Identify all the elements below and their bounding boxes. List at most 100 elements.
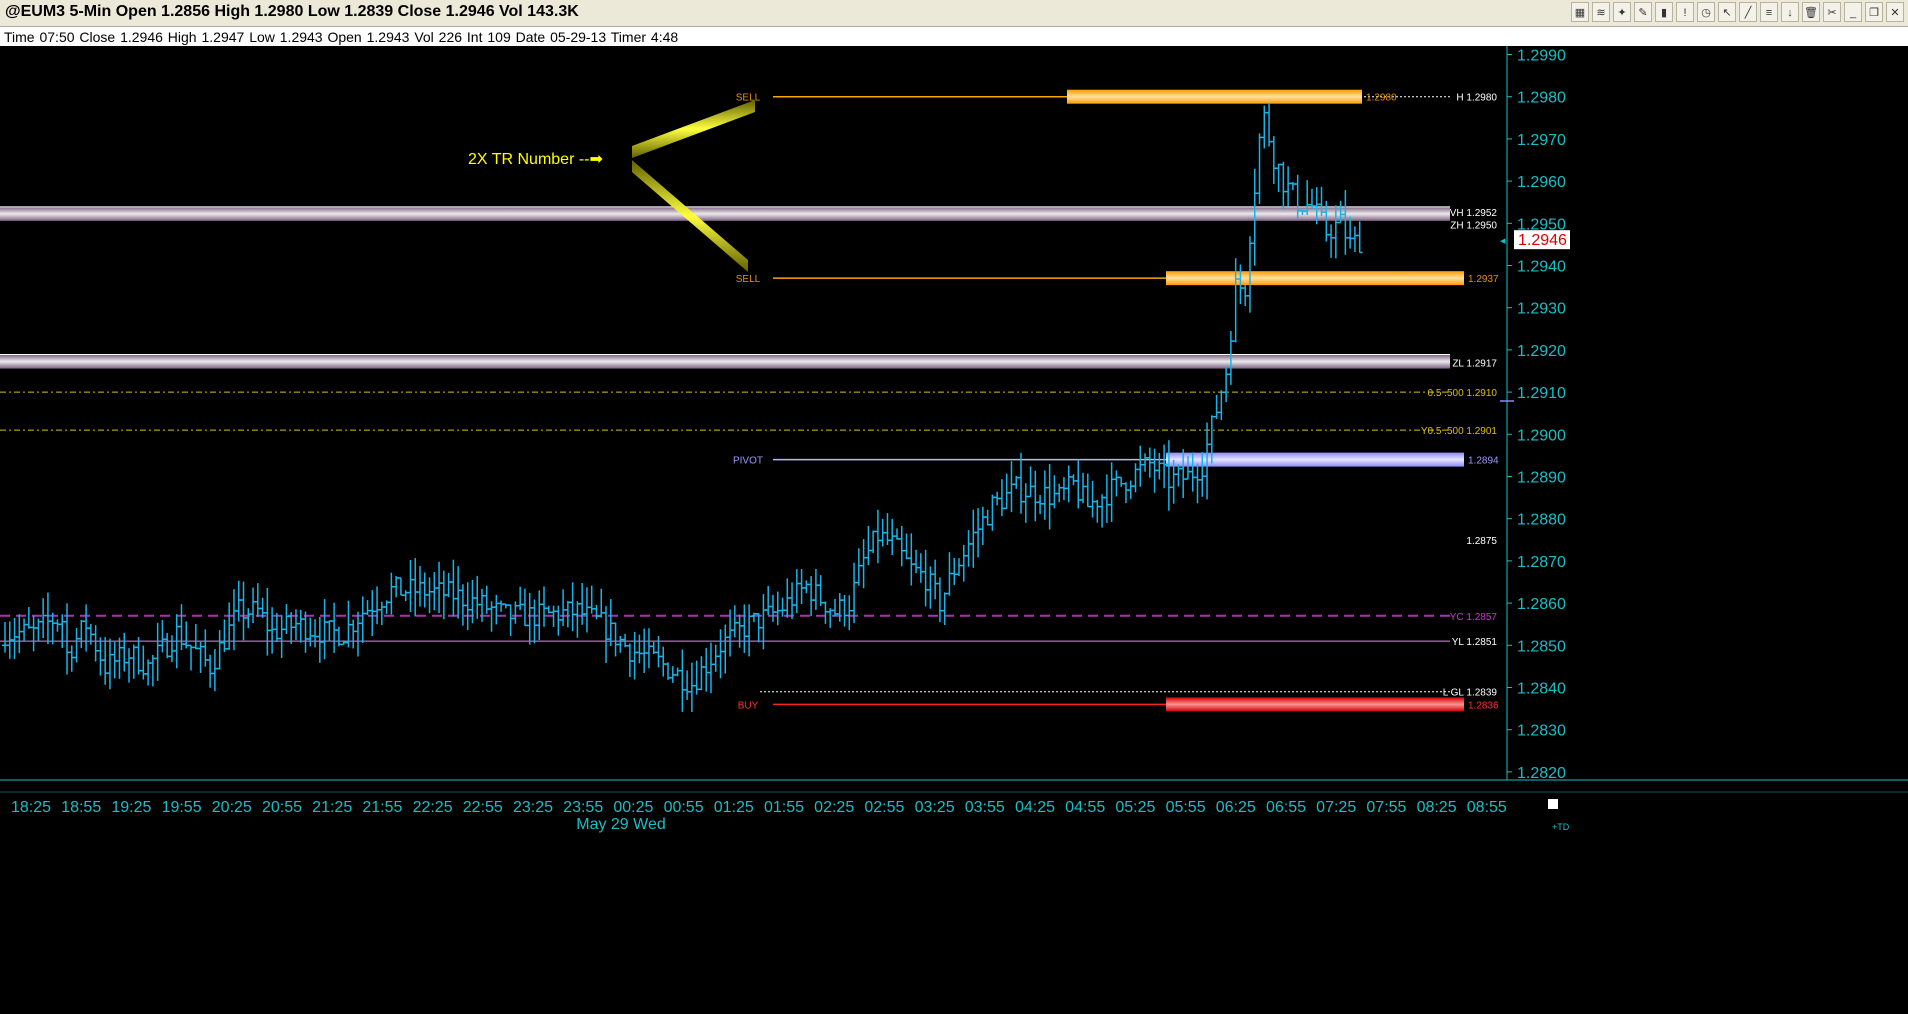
y-tick-label: 1.2870 (1517, 554, 1566, 571)
order-band-pivot-2[interactable] (1166, 452, 1464, 467)
pin-icon[interactable]: ✂ (1823, 2, 1841, 22)
y-tick-label: 1.2840 (1517, 681, 1566, 698)
scale-label: +TD (1552, 822, 1570, 832)
x-tick-label: 19:55 (162, 799, 202, 816)
arrow-down-icon[interactable]: ↓ (1781, 2, 1799, 22)
indicator-icon[interactable]: ≋ (1592, 2, 1610, 22)
y-tick-label: 1.2990 (1517, 48, 1566, 65)
minimize-icon[interactable]: _ (1844, 2, 1862, 22)
order-band-sell-0[interactable] (1067, 89, 1362, 104)
y-tick-label: 1.2890 (1517, 470, 1566, 487)
x-tick-label: 06:25 (1216, 799, 1256, 816)
level-label-zl: ZL 1.2917 (1452, 359, 1497, 370)
x-tick-label: 00:25 (613, 799, 653, 816)
y-tick-label: 1.2830 (1517, 723, 1566, 740)
chart-style-icon[interactable]: ▦ (1571, 2, 1589, 22)
y-tick-label: 1.2940 (1517, 259, 1566, 276)
x-tick-label: 07:25 (1316, 799, 1356, 816)
scale-toggle-button[interactable] (1548, 799, 1558, 809)
y-tick-label: 1.2910 (1517, 385, 1566, 402)
y-tick-label: 1.2920 (1517, 343, 1566, 360)
x-tick-label: 01:55 (764, 799, 804, 816)
fibonacci-icon[interactable]: ≡ (1760, 2, 1778, 22)
level-label-1-2875: 1.2875 (1466, 536, 1497, 547)
x-tick-label: 20:55 (262, 799, 302, 816)
x-tick-label: 03:55 (965, 799, 1005, 816)
level-label-vh: VH 1.2952 (1450, 208, 1498, 219)
data-window-bar: Time 07:50 Close 1.2946 High 1.2947 Low … (0, 27, 1908, 47)
y-tick-label: 1.2980 (1517, 90, 1566, 107)
y-tick-label: 1.2820 (1517, 765, 1566, 782)
level-label-0-5: 0.5 .500 1.2910 (1427, 388, 1497, 399)
x-tick-label: 22:55 (463, 799, 503, 816)
x-tick-label: 22:25 (413, 799, 453, 816)
order-band-buy-3[interactable] (1166, 697, 1464, 712)
restore-icon[interactable]: ❐ (1865, 2, 1883, 22)
x-tick-label: 06:55 (1266, 799, 1306, 816)
chart-background (0, 46, 1908, 1014)
order-price-sell-1: 1.2937 (1468, 274, 1499, 285)
x-tick-label: 18:55 (61, 799, 101, 816)
zone-band-zl (0, 354, 1450, 369)
order-label-buy-3: BUY (738, 700, 759, 711)
x-tick-label: 05:55 (1166, 799, 1206, 816)
x-tick-label: 23:25 (513, 799, 553, 816)
x-tick-label: 01:25 (714, 799, 754, 816)
y-tick-label: 1.2930 (1517, 301, 1566, 318)
pencil-icon[interactable]: ✎ (1634, 2, 1652, 22)
level-label-l-gl: L GL 1.2839 (1443, 688, 1498, 699)
order-price-buy-3: 1.2836 (1468, 700, 1499, 711)
order-price-pivot-2: 1.2894 (1468, 456, 1499, 467)
y-tick-label: 1.2970 (1517, 132, 1566, 149)
x-tick-label: 20:25 (212, 799, 252, 816)
annotation-text: 2X TR Number --➡ (468, 151, 603, 168)
x-tick-label: 05:25 (1115, 799, 1155, 816)
last-price-label: 1.2946 (1518, 232, 1567, 249)
window-title: @EUM3 5-Min Open 1.2856 High 1.2980 Low … (5, 3, 579, 20)
order-label-sell-1: SELL (736, 274, 761, 285)
chart-toolbar: ▦ ≋ ✦ ✎ ▮! ◷ ↖ ╱ ≡ ↓ 🗑 ✂ _ ❐ ✕ (1571, 2, 1904, 24)
level-label-yc: YC 1.2857 (1450, 612, 1498, 623)
x-tick-label: 04:55 (1065, 799, 1105, 816)
level-label-y0-5: Y0.5 .500 1.2901 (1421, 426, 1498, 437)
close-icon[interactable]: ✕ (1886, 2, 1904, 22)
bar-chart-icon[interactable]: ▮ (1655, 2, 1673, 22)
y-tick-label: 1.2900 (1517, 427, 1566, 444)
x-tick-label: 02:55 (864, 799, 904, 816)
order-band-sell-1[interactable] (1166, 271, 1464, 286)
window-titlebar: @EUM3 5-Min Open 1.2856 High 1.2980 Low … (0, 0, 1908, 27)
trash-icon[interactable]: 🗑 (1802, 2, 1820, 22)
bar-info-text: Time 07:50 Close 1.2946 High 1.2947 Low … (4, 29, 679, 45)
x-tick-label: 02:25 (814, 799, 854, 816)
order-price-sell-0: 1.2980 (1366, 93, 1397, 104)
y-tick-label: 1.2960 (1517, 174, 1566, 191)
alert-icon[interactable]: ! (1676, 2, 1694, 22)
level-label-h: H 1.2980 (1456, 93, 1497, 104)
x-tick-label: 21:25 (312, 799, 352, 816)
last-price-marker-icon: ◂ (1500, 235, 1506, 247)
x-tick-label: 04:25 (1015, 799, 1055, 816)
x-tick-label: 23:55 (563, 799, 603, 816)
order-label-pivot-2: PIVOT (733, 456, 763, 467)
line-tool-icon[interactable]: ╱ (1739, 2, 1757, 22)
y-tick-label: 1.2850 (1517, 638, 1566, 655)
x-tick-label: 08:55 (1467, 799, 1507, 816)
drawing-icon[interactable]: ✦ (1613, 2, 1631, 22)
order-label-sell-0: SELL (736, 93, 761, 104)
price-chart[interactable]: SELL 1.2980 SELL 1.2937 PIVOT 1.2894 BUY 1.2836… (0, 46, 1908, 1014)
x-tick-label: 21:55 (362, 799, 402, 816)
x-tick-label: 07:55 (1366, 799, 1406, 816)
zone-band-vh (0, 206, 1450, 221)
x-tick-label: 00:55 (664, 799, 704, 816)
level-label-zh: ZH 1.2950 (1450, 220, 1497, 231)
y-tick-label: 1.2860 (1517, 596, 1566, 613)
cursor-icon[interactable]: ↖ (1718, 2, 1736, 22)
level-label-yl: YL 1.2851 (1452, 637, 1498, 648)
clock-icon[interactable]: ◷ (1697, 2, 1715, 22)
y-tick-label: 1.2880 (1517, 512, 1566, 529)
x-tick-label: 08:25 (1417, 799, 1457, 816)
x-tick-label: 19:25 (111, 799, 151, 816)
x-tick-label: 18:25 (11, 799, 51, 816)
x-tick-label: 03:25 (915, 799, 955, 816)
x-date-label: May 29 Wed (576, 816, 666, 833)
